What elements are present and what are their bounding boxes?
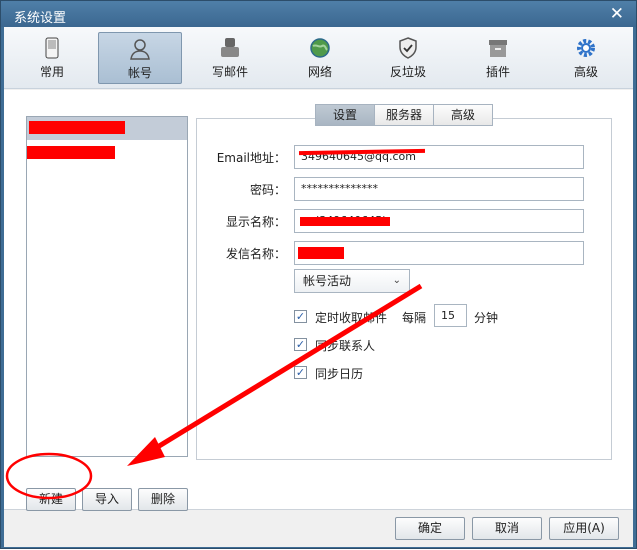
redaction-mark	[29, 121, 125, 134]
list-item[interactable]	[27, 117, 187, 140]
import-account-button[interactable]: 导入	[82, 488, 132, 511]
new-account-button[interactable]: 新建	[26, 488, 76, 511]
display-name-label: 显示名称：	[225, 215, 286, 229]
account-status-value: 帐号活动	[303, 274, 352, 288]
plugin-box-icon	[486, 37, 510, 59]
interval-input[interactable]: 15	[434, 304, 467, 327]
title-bar: 系统设置 ✕	[1, 1, 636, 27]
window-title: 系统设置	[14, 11, 67, 26]
toolbar-label-advanced: 高级	[573, 65, 598, 79]
globe-icon	[308, 37, 332, 59]
toolbar-item-advanced[interactable]: 高级	[544, 32, 628, 84]
sync-contacts-checkbox[interactable]: ✓	[294, 338, 307, 351]
list-item[interactable]	[27, 140, 187, 163]
sender-name-row: 发信名称：	[197, 241, 613, 265]
dialog-footer: 确定 取消 应用(A)	[4, 511, 633, 547]
settings-panel: Email地址： 349640645@qq.com 密码： **********…	[196, 118, 612, 460]
auto-fetch-checkbox[interactable]: ✓	[294, 310, 307, 323]
interval-value: 15	[441, 309, 455, 322]
toolbar-label-network: 网络	[307, 65, 332, 79]
tab-advanced[interactable]: 高级	[433, 104, 493, 126]
toolbar-label-plugins: 插件	[485, 65, 510, 79]
password-row: 密码： **************	[197, 177, 613, 201]
password-label: 密码：	[249, 183, 286, 197]
close-icon[interactable]: ✕	[610, 4, 624, 24]
shield-icon	[396, 37, 420, 59]
phone-icon	[40, 37, 64, 59]
toolbar-label-antispam: 反垃圾	[389, 65, 426, 79]
toolbar-label-account: 帐号	[127, 66, 152, 80]
password-value: **************	[301, 182, 378, 195]
redaction-mark	[27, 146, 115, 159]
every-label: 每隔	[402, 311, 427, 325]
email-row: Email地址： 349640645@qq.com	[197, 145, 613, 169]
sync-calendar-label: 同步日历	[315, 367, 364, 381]
client-area: 常用 帐号 写邮件 网络 反垃圾 插件 高级 Email地址： 34964064…	[4, 27, 633, 547]
cancel-button[interactable]: 取消	[472, 517, 542, 540]
sync-contacts-label: 同步联系人	[315, 339, 376, 353]
user-icon	[128, 38, 152, 60]
gear-icon	[574, 37, 598, 59]
tab-server[interactable]: 服务器	[374, 104, 434, 126]
account-list[interactable]	[26, 116, 188, 457]
toolbar-item-common[interactable]: 常用	[10, 32, 94, 84]
compose-icon	[218, 37, 242, 59]
password-field[interactable]: **************	[294, 177, 584, 201]
toolbar-item-network[interactable]: 网络	[278, 32, 362, 84]
auto-fetch-label: 定时收取邮件	[315, 311, 388, 325]
chevron-down-icon: ⌄	[392, 275, 401, 286]
display-name-row: 显示名称： (349640645)	[197, 209, 613, 233]
toolbar-item-compose[interactable]: 写邮件	[188, 32, 272, 84]
redaction-mark	[298, 247, 344, 259]
settings-tabs: 设置 服务器 高级	[315, 104, 493, 126]
toolbar-label-compose: 写邮件	[211, 65, 248, 79]
toolbar-item-antispam[interactable]: 反垃圾	[366, 32, 450, 84]
toolbar-item-account[interactable]: 帐号	[98, 32, 182, 84]
toolbar-item-plugins[interactable]: 插件	[456, 32, 540, 84]
ok-button[interactable]: 确定	[395, 517, 465, 540]
apply-button[interactable]: 应用(A)	[549, 517, 619, 540]
account-status-select[interactable]: 帐号活动 ⌄	[294, 269, 410, 293]
redaction-mark	[300, 217, 390, 226]
tab-settings[interactable]: 设置	[315, 104, 375, 126]
minutes-label: 分钟	[474, 311, 499, 325]
delete-account-button[interactable]: 删除	[138, 488, 188, 511]
settings-window: 系统设置 ✕ 常用 帐号 写邮件 网络 反垃圾 插件 高级 Email地址： 3…	[0, 0, 637, 549]
sync-calendar-checkbox[interactable]: ✓	[294, 366, 307, 379]
category-toolbar: 常用 帐号 写邮件 网络 反垃圾 插件 高级	[4, 27, 633, 89]
email-field[interactable]: 349640645@qq.com	[294, 145, 584, 169]
account-settings-body: Email地址： 349640645@qq.com 密码： **********…	[4, 90, 633, 511]
toolbar-label-common: 常用	[39, 65, 64, 79]
sender-name-label: 发信名称：	[225, 247, 286, 261]
email-label: Email地址：	[216, 151, 286, 165]
